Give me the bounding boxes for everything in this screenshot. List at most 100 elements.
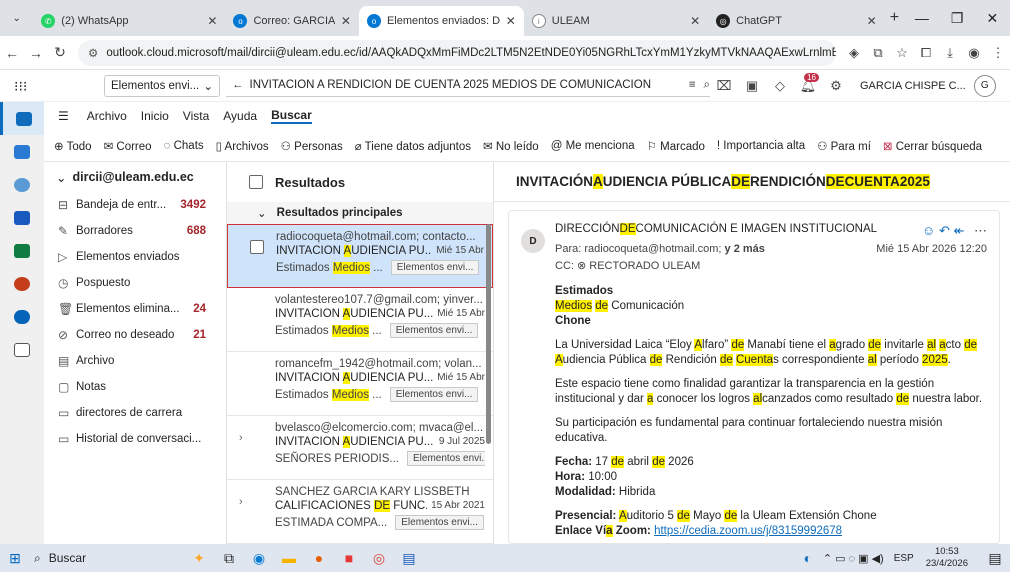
filter-personas[interactable]: ⚇ Personas [281,139,343,153]
emoji-react-icon[interactable]: ☺ [922,223,935,238]
tab-whatsapp[interactable]: ✆ (2) WhatsApp ✕ [33,6,225,36]
scrollbar[interactable] [486,224,491,444]
settings-gear-icon[interactable]: ⚙ [822,78,850,94]
menu-buscar[interactable]: Buscar [271,108,312,124]
more-actions-icon[interactable]: ⋯ [974,223,987,238]
forward-arrow-icon[interactable]: → [24,45,48,61]
close-search-button[interactable]: ⊠ Cerrar búsqueda [883,139,982,153]
folder-item[interactable]: ▷ Elementos enviados [44,244,226,270]
folder-item[interactable]: ▭ directores de carrera [44,400,226,426]
menu-archivo[interactable]: Archivo [87,109,127,123]
tab-correo[interactable]: o Correo: GARCIA CHISPE CAR ✕ [225,6,358,36]
folder-item[interactable]: ⊘ Correo no deseado 21 [44,322,226,348]
list-item[interactable]: › bvelasco@elcomercio.com; mvaca@el... IN… [227,416,493,480]
account-header[interactable]: ⌄ dircii@uleam.edu.ec [44,162,226,192]
close-icon[interactable]: ✕ [690,14,700,28]
people-app-icon[interactable] [0,168,44,201]
language-indicator[interactable]: ESP [894,553,914,564]
minimize-icon[interactable]: — [904,0,939,36]
copilot-icon[interactable]: ◐ [793,544,823,572]
new-tab-plus-icon[interactable]: + [885,0,905,36]
onedrive-app-icon[interactable] [0,300,44,333]
zoom-link[interactable]: https://cedia.zoom.us/j/83159992678 [654,525,842,537]
folder-item[interactable]: ◷ Pospuesto [44,270,226,296]
filter-importancia[interactable]: ! Importancia alta [717,140,805,152]
close-icon[interactable]: ✕ [867,14,877,28]
menu-vista[interactable]: Vista [183,109,209,123]
avatar[interactable]: G [973,74,996,97]
filter-todo[interactable]: ⊕ Todo [54,139,92,153]
download-icon[interactable]: ⤓ [938,45,962,61]
bookmark-star-icon[interactable]: ☆ [890,45,914,61]
close-icon[interactable]: ✕ [506,14,516,28]
firefox-icon[interactable]: ● [304,544,334,572]
clock[interactable]: 10:53 23/4/2026 [926,546,968,570]
calendar-icon[interactable]: ▣ [738,78,766,94]
excel-app-icon[interactable] [0,234,44,267]
eye-icon[interactable]: ◈ [842,45,866,61]
select-all-checkbox[interactable] [249,175,263,189]
notification-center-icon[interactable]: ▤ [980,544,1010,572]
bell-icon[interactable]: 🔔︎ 16 [794,72,822,94]
menu-inicio[interactable]: Inicio [141,109,169,123]
windows-start-icon[interactable]: ⊞ [0,544,30,572]
tab-search-chevron-icon[interactable]: ⌄ [0,0,33,36]
filter-no-leido[interactable]: ✉ No leído [483,139,539,153]
todo-icon[interactable]: ◇ [766,78,794,94]
list-item[interactable]: radiocoqueta@hotmail.com; contacto... IN… [227,224,493,288]
hamburger-icon[interactable]: ☰ [58,109,69,123]
chrome-icon[interactable]: ◎ [364,544,394,572]
filter-chats[interactable]: ◌ Chats [164,140,204,152]
filter-icon[interactable]: ≡ [689,79,696,91]
store-icon[interactable]: ■ [334,544,364,572]
task-view-icon[interactable]: ⧉ [214,544,244,572]
install-app-icon[interactable]: ⧉ [866,45,890,61]
more-apps-icon[interactable] [0,333,44,366]
tab-uleam[interactable]: i ULEAM ✕ [524,6,708,36]
reply-all-icon[interactable]: ↞ [953,223,964,238]
folder-item[interactable]: ▤ Archivo [44,348,226,374]
taskbar-search[interactable]: ⌕ Buscar [34,551,184,566]
group-header[interactable]: ⌄ Resultados principales [227,202,493,224]
back-arrow-icon[interactable]: ← [232,79,244,91]
list-item[interactable]: romancefm_1942@hotmail.com; volan... INV… [227,352,493,416]
reload-icon[interactable]: ↻ [48,44,72,61]
chevron-right-icon[interactable]: › [239,496,243,508]
menu-ayuda[interactable]: Ayuda [223,109,257,123]
filter-marcado[interactable]: ⚐ Marcado [647,139,705,153]
widgets-icon[interactable]: ✦ [184,544,214,572]
window-close-icon[interactable]: ✕ [975,0,1010,36]
recipients[interactable]: Para: radiocoqueta@hotmail.com; y 2 más [555,243,765,255]
filter-para-mi[interactable]: ⚇ Para mí [817,139,871,153]
mail-app-icon[interactable] [0,102,44,135]
message-checkbox[interactable] [250,240,264,254]
folder-item[interactable]: ✎ Borradores 688 [44,218,226,244]
folder-item[interactable]: ⊟ Bandeja de entr... 3492 [44,192,226,218]
reply-icon[interactable]: ↶ [939,223,950,238]
sender-name[interactable]: DIRECCIÓNDECOMUNICACIÓN E IMAGEN INSTITU… [555,223,877,239]
tab-elementos-enviados[interactable]: o Elementos enviados: DIREC ✕ [358,6,524,36]
search-input[interactable]: ← INVITACION A RENDICION DE CUENTA 2025 … [226,75,710,97]
list-item[interactable]: › SANCHEZ GARCIA KARY LISSBETH CALIFICACI… [227,480,493,544]
filter-archivos[interactable]: ▯ Archivos [216,139,269,153]
powerpoint-app-icon[interactable] [0,267,44,300]
word-taskbar-icon[interactable]: ▤ [394,544,424,572]
folder-item[interactable]: ▭ Historial de conversaci... [44,426,226,452]
filter-me-menciona[interactable]: @ Me menciona [551,140,635,152]
folder-scope-dropdown[interactable]: Elementos envi... ⌄ [104,74,220,97]
calendar-app-icon[interactable] [0,135,44,168]
folder-item[interactable]: ▢ Notas [44,374,226,400]
extensions-icon[interactable]: ⧠ [914,45,938,61]
close-icon[interactable]: ✕ [341,14,351,28]
edge-icon[interactable]: ◉ [244,544,274,572]
system-tray-icons[interactable]: ⌃ ▭ ◌ ▣ ◀) [823,552,884,565]
back-arrow-icon[interactable]: ← [0,45,24,61]
meet-icon[interactable]: ⌧ [710,78,738,94]
filter-correo[interactable]: ✉ Correo [104,139,152,153]
restore-icon[interactable]: ❐ [939,0,974,36]
word-app-icon[interactable] [0,201,44,234]
list-item[interactable]: volantestereo107.7@gmail.com; yinver... … [227,288,493,352]
url-field[interactable]: ⚙ outlook.cloud.microsoft/mail/dircii@ul… [78,39,836,66]
site-info-icon[interactable]: ⚙ [88,46,98,60]
browser-menu-icon[interactable]: ⋮ [986,45,1010,61]
